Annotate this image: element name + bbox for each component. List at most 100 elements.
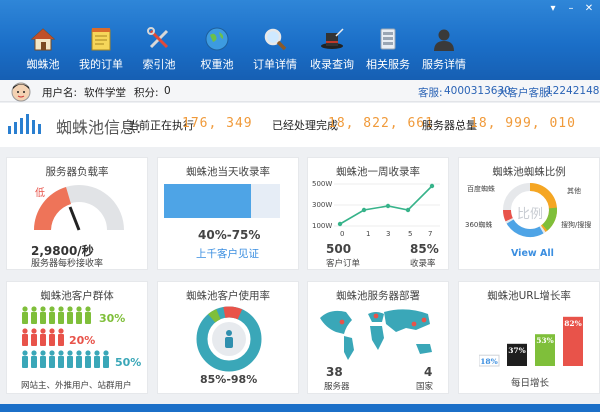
- person-icon: [434, 29, 454, 51]
- nav-label: 我的订单: [79, 58, 123, 71]
- person-figure-icon: [85, 306, 91, 324]
- groups-caption: 网站主、外推用户、站群用户: [21, 381, 132, 391]
- weekly-line-chart: [334, 183, 440, 227]
- daily-link[interactable]: 上千客户见证: [196, 246, 259, 261]
- person-figure-icon: [40, 350, 46, 368]
- avatar: [11, 82, 31, 102]
- growth-bar-label: 18%: [480, 357, 498, 366]
- card-title: 蜘蛛池URL增长率: [487, 290, 571, 302]
- ratio-label-other: 其他: [567, 187, 581, 195]
- nav-item-my-orders[interactable]: 我的订单: [72, 26, 130, 72]
- rate-value: 85%: [410, 242, 439, 256]
- ratio-label-sogou: 搜狗/搜搜: [561, 221, 592, 229]
- person-figure-icon: [103, 350, 109, 368]
- person-figure-icon: [22, 306, 28, 324]
- tools-icon: [147, 27, 169, 49]
- card-daily-index-rate[interactable]: 蜘蛛池当天收录率 40%-75% 上千客户见证: [157, 157, 299, 270]
- x-tick-label: 1: [366, 230, 371, 238]
- group-percent-3: 50%: [115, 356, 142, 369]
- card-title: 蜘蛛池一周收录率: [336, 166, 420, 178]
- x-tick-label: 7: [428, 230, 433, 238]
- nav-item-related-services[interactable]: 相关服务: [360, 26, 416, 72]
- card-title: 蜘蛛池客户群体: [40, 290, 114, 302]
- person-figure-icon: [40, 306, 46, 324]
- daily-range: 40%-75%: [198, 228, 261, 242]
- growth-bar-label: 53%: [536, 336, 554, 345]
- spider-pool-info-strip: 蜘蛛池信息: 当前正在执行 176, 349 已经处理完成 18, 822, 6…: [0, 103, 600, 147]
- card-spider-ratio[interactable]: 蜘蛛池蜘蛛比例 比例 百度蜘蛛 其他 360蜘蛛 搜狗/搜搜 View All: [458, 157, 600, 270]
- close-icon[interactable]: ✕: [584, 4, 594, 14]
- window-controls: ▾ – ✕: [548, 4, 594, 14]
- card-title: 蜘蛛池客户使用率: [186, 290, 270, 302]
- nav-label: 相关服务: [366, 58, 410, 71]
- ratio-center-label: 比例: [517, 207, 544, 222]
- view-all-link[interactable]: View All: [511, 248, 554, 259]
- running-value: 176, 349: [182, 116, 253, 131]
- bottom-bar: [0, 404, 600, 412]
- main-nav: 蜘蛛池 我的订单 索引池 权重池 订单详情 收录查询 相关服务 服务详情: [14, 26, 472, 72]
- card-title: 蜘蛛池当天收录率: [186, 166, 270, 178]
- card-customer-groups[interactable]: 蜘蛛池客户群体 30% 20% 50% 网站主、外推用户、站群用户: [6, 281, 148, 394]
- growth-caption: 每日增长: [511, 378, 550, 389]
- x-tick-label: 0: [340, 230, 345, 238]
- nav-item-order-details[interactable]: 订单详情: [246, 26, 304, 72]
- notepad-icon: [91, 28, 111, 51]
- person-figure-icon: [58, 306, 64, 324]
- country-count-caption: 国家: [416, 382, 434, 392]
- card-title: 蜘蛛池蜘蛛比例: [492, 166, 566, 178]
- restore-icon[interactable]: –: [566, 4, 576, 14]
- username-value: 软件学堂: [84, 87, 126, 99]
- daily-progress-track: [164, 184, 280, 218]
- nav-item-weight-pool[interactable]: 权重池: [188, 26, 246, 72]
- top-navigation-bar: ▾ – ✕ 蜘蛛池 我的订单 索引池 权重池 订单详情 收录查询 相关服务 服务…: [0, 0, 600, 80]
- y-tick-label: 300W: [312, 201, 333, 209]
- person-figure-icon: [22, 350, 28, 368]
- nav-item-index-pool[interactable]: 索引池: [130, 26, 188, 72]
- nav-label: 蜘蛛池: [26, 58, 60, 71]
- gauge-needle: [68, 206, 81, 231]
- orders-caption: 客户订单: [326, 259, 361, 269]
- x-tick-label: 3: [386, 230, 391, 238]
- growth-bar-label: 82%: [564, 319, 582, 328]
- x-tick-label: 5: [408, 230, 413, 238]
- gauge-level-label: 低: [35, 188, 45, 199]
- person-figure-icon: [49, 350, 55, 368]
- ratio-label-baidu: 百度蜘蛛: [467, 185, 495, 193]
- card-url-growth[interactable]: 蜘蛛池URL增长率 18% 37% 53% 82% 每日增长: [458, 281, 600, 394]
- card-server-deployment[interactable]: 蜘蛛池服务器部署 38 服务器 4 国家: [307, 281, 449, 394]
- person-figure-icon: [49, 328, 55, 346]
- done-value: 18, 822, 661: [328, 116, 434, 131]
- total-value: 18, 999, 010: [470, 116, 576, 131]
- person-figure-icon: [40, 328, 46, 346]
- vip-service-qq[interactable]: 122421489: [546, 85, 600, 97]
- points-value: 0: [164, 85, 171, 97]
- person-figure-icon: [67, 350, 73, 368]
- service-label: 客服:: [418, 87, 443, 99]
- magnifier-icon: [264, 28, 287, 51]
- magic-hat-icon: [321, 28, 344, 49]
- user-info-bar: 用户名: 软件学堂 积分: 0 客服: 4000313630 大客户客服: 12…: [0, 80, 600, 102]
- nav-label: 收录查询: [310, 58, 354, 71]
- ratio-label-360: 360蜘蛛: [465, 221, 493, 229]
- nav-item-service-details[interactable]: 服务详情: [416, 26, 472, 72]
- nav-label: 服务详情: [422, 58, 466, 71]
- points-label: 积分:: [134, 87, 159, 99]
- total-label: 服务器总量: [422, 119, 477, 132]
- url-growth-bar-chart: 18% 37% 53% 82%: [479, 316, 583, 367]
- person-figure-icon: [76, 350, 82, 368]
- growth-bar-label: 37%: [508, 346, 526, 355]
- y-tick-label: 100W: [312, 222, 333, 230]
- card-customer-usage[interactable]: 蜘蛛池客户使用率 85%-98%: [157, 281, 299, 394]
- person-figure-icon: [85, 350, 91, 368]
- nav-item-index-query[interactable]: 收录查询: [304, 26, 360, 72]
- globe-icon: [205, 27, 229, 51]
- person-figure-icon: [76, 306, 82, 324]
- minimize-icon[interactable]: ▾: [548, 4, 558, 14]
- person-figure-icon: [31, 306, 37, 324]
- nav-item-spider-pool[interactable]: 蜘蛛池: [14, 26, 72, 72]
- load-caption: 服务器每秒接收率: [31, 259, 104, 269]
- card-weekly-index-rate[interactable]: 蜘蛛池一周收录率 500W 300W 100W 0 1 3 5 7 500 客户…: [307, 157, 449, 270]
- person-figure-icon: [22, 328, 28, 346]
- card-server-load[interactable]: 服务器负载率 低 2,9800/秒 服务器每秒接收率: [6, 157, 148, 270]
- group-percent-2: 20%: [69, 334, 96, 347]
